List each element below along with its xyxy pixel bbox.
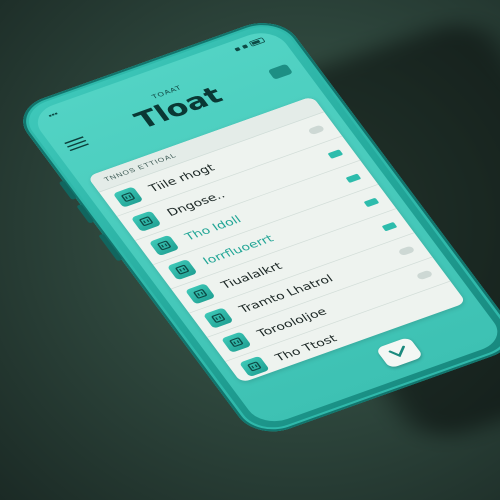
item-toggle[interactable] — [307, 124, 326, 136]
volume-up-button[interactable] — [58, 180, 77, 200]
edit-fab-button[interactable] — [375, 336, 424, 369]
item-square-icon — [112, 186, 144, 208]
item-square-icon — [130, 210, 162, 232]
item-badge — [363, 197, 380, 207]
item-square-icon — [221, 331, 252, 353]
volume-down-button[interactable] — [76, 204, 95, 224]
item-badge — [345, 173, 362, 183]
item-square-icon — [184, 283, 216, 305]
item-square-icon — [166, 258, 198, 281]
wifi-icon — [241, 44, 249, 49]
item-badge — [327, 149, 344, 159]
signal-icon — [234, 46, 241, 52]
battery-icon — [248, 37, 266, 47]
item-toggle[interactable] — [415, 269, 434, 281]
status-time: ▪▪▪ — [46, 109, 61, 120]
item-square-icon — [148, 234, 180, 257]
power-button[interactable] — [98, 233, 123, 262]
item-square-icon — [202, 307, 234, 329]
check-icon — [388, 345, 405, 358]
item-toggle[interactable] — [397, 245, 416, 257]
item-badge — [381, 221, 398, 232]
